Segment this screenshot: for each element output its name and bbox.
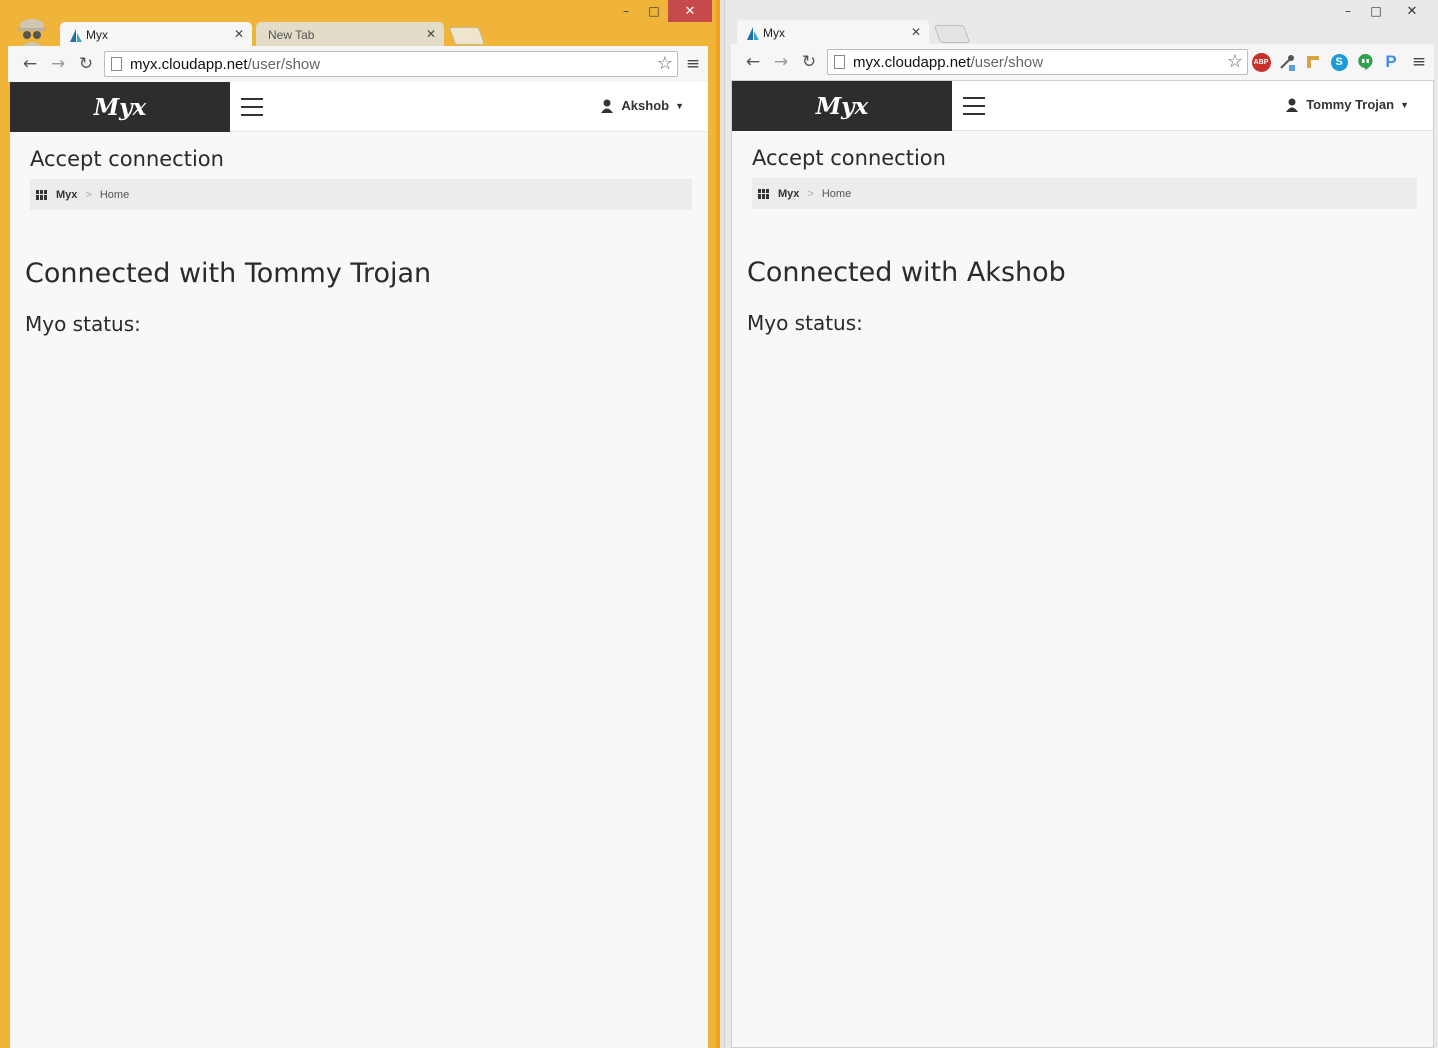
myo-status-label: Myo status: xyxy=(747,311,863,335)
browser-menu-icon[interactable]: ≡ xyxy=(678,50,708,78)
browser-window-left: – □ ✕ Myx ✕ New Tab ✕ ← → ↻ myx.cloudapp… xyxy=(0,0,720,1048)
breadcrumb-current: Home xyxy=(99,188,130,201)
tab-myx[interactable]: Myx ✕ xyxy=(60,22,252,48)
tab-strip: Myx ✕ New Tab ✕ xyxy=(60,20,486,48)
browser-menu-icon[interactable]: ≡ xyxy=(1404,48,1434,76)
hangouts-icon[interactable] xyxy=(1352,49,1378,75)
user-icon xyxy=(601,99,614,113)
breadcrumb-current: Home xyxy=(821,187,852,200)
connection-heading: Connected with Tommy Trojan xyxy=(25,258,432,289)
pinterest-text: P xyxy=(1385,52,1397,71)
close-tab-icon[interactable]: ✕ xyxy=(426,27,436,41)
user-menu[interactable]: Akshob ▼ xyxy=(601,98,684,113)
ruler-icon[interactable] xyxy=(1300,49,1326,75)
breadcrumb-root-link[interactable]: Myx xyxy=(56,189,77,201)
breadcrumb-separator: > xyxy=(807,187,814,200)
address-bar[interactable]: myx.cloudapp.net/user/show ☆ xyxy=(104,51,678,77)
page-title: Accept connection xyxy=(752,146,946,170)
myx-favicon-icon xyxy=(747,27,759,40)
tab-label: New Tab xyxy=(268,28,315,42)
app-navbar: Myx Akshob ▼ xyxy=(10,82,708,132)
maximize-button[interactable]: □ xyxy=(640,0,668,22)
incognito-icon xyxy=(18,19,46,46)
caret-down-icon: ▼ xyxy=(1400,99,1409,110)
reload-button[interactable]: ↻ xyxy=(795,48,823,76)
url-path: /user/show xyxy=(970,53,1044,71)
url-path: /user/show xyxy=(247,55,321,73)
browser-window-right: – □ ✕ Myx ✕ ← → ↻ myx.cloudapp.net/user/… xyxy=(724,0,1438,1048)
close-window-button[interactable]: ✕ xyxy=(668,0,712,22)
window-controls: – □ ✕ xyxy=(612,0,712,26)
eyedropper-icon[interactable] xyxy=(1274,49,1300,75)
hamburger-menu-icon[interactable] xyxy=(241,98,263,116)
abp-icon[interactable]: ABP xyxy=(1248,49,1274,75)
back-button[interactable]: ← xyxy=(739,48,767,76)
apps-grid-icon xyxy=(36,189,48,200)
minimize-button[interactable]: – xyxy=(1334,0,1362,22)
pinterest-icon[interactable]: P xyxy=(1378,49,1404,75)
user-menu[interactable]: Tommy Trojan ▼ xyxy=(1286,97,1409,112)
apps-grid-icon xyxy=(758,188,770,199)
caret-down-icon: ▼ xyxy=(675,100,684,111)
breadcrumb: Myx > Home xyxy=(30,179,692,210)
url-host: myx.cloudapp.net xyxy=(853,53,971,71)
url-host: myx.cloudapp.net xyxy=(130,55,248,73)
skype-icon[interactable]: S xyxy=(1326,49,1352,75)
close-tab-icon[interactable]: ✕ xyxy=(911,25,921,39)
tab-myx[interactable]: Myx ✕ xyxy=(737,20,929,46)
reload-button[interactable]: ↻ xyxy=(72,50,100,78)
user-name: Tommy Trojan xyxy=(1306,97,1395,112)
page-icon xyxy=(834,55,845,69)
close-tab-icon[interactable]: ✕ xyxy=(234,27,244,41)
tab-new-tab[interactable]: New Tab ✕ xyxy=(256,22,444,48)
bookmark-star-icon[interactable]: ☆ xyxy=(657,53,673,74)
brand-logo[interactable]: Myx xyxy=(10,82,230,132)
abp-text: ABP xyxy=(1251,52,1271,72)
tab-label: Myx xyxy=(86,28,108,42)
close-window-button[interactable]: ✕ xyxy=(1390,0,1434,22)
page-icon xyxy=(111,57,122,71)
brand-logo[interactable]: Myx xyxy=(732,81,952,131)
myx-favicon-icon xyxy=(70,29,82,42)
maximize-button[interactable]: □ xyxy=(1362,0,1390,22)
forward-button[interactable]: → xyxy=(767,48,795,76)
window-controls: – □ ✕ xyxy=(1334,0,1434,26)
app-navbar: Myx Tommy Trojan ▼ xyxy=(732,81,1433,131)
tab-label: Myx xyxy=(763,26,785,40)
browser-toolbar: ← → ↻ myx.cloudapp.net/user/show ☆ ABP S… xyxy=(731,44,1434,80)
page-content: Myx Akshob ▼ Accept connection Myx > Hom… xyxy=(10,82,708,1048)
tab-strip: Myx ✕ xyxy=(737,18,971,46)
skype-text: S xyxy=(1330,53,1348,71)
new-tab-button[interactable] xyxy=(448,27,486,45)
bookmark-star-icon[interactable]: ☆ xyxy=(1227,51,1243,72)
breadcrumb-root-link[interactable]: Myx xyxy=(778,188,799,200)
user-icon xyxy=(1286,98,1299,112)
forward-button[interactable]: → xyxy=(44,50,72,78)
address-bar[interactable]: myx.cloudapp.net/user/show ☆ xyxy=(827,49,1248,75)
myo-status-label: Myo status: xyxy=(25,312,141,336)
page-title: Accept connection xyxy=(30,147,224,171)
minimize-button[interactable]: – xyxy=(612,0,640,22)
connection-heading: Connected with Akshob xyxy=(747,257,1066,288)
breadcrumb: Myx > Home xyxy=(752,178,1417,209)
page-content: Myx Tommy Trojan ▼ Accept connection Myx… xyxy=(731,80,1434,1048)
browser-toolbar: ← → ↻ myx.cloudapp.net/user/show ☆ ≡ xyxy=(8,46,708,82)
user-name: Akshob xyxy=(621,98,670,113)
hamburger-menu-icon[interactable] xyxy=(963,97,985,115)
breadcrumb-separator: > xyxy=(85,188,92,201)
back-button[interactable]: ← xyxy=(16,50,44,78)
new-tab-button[interactable] xyxy=(933,25,971,43)
